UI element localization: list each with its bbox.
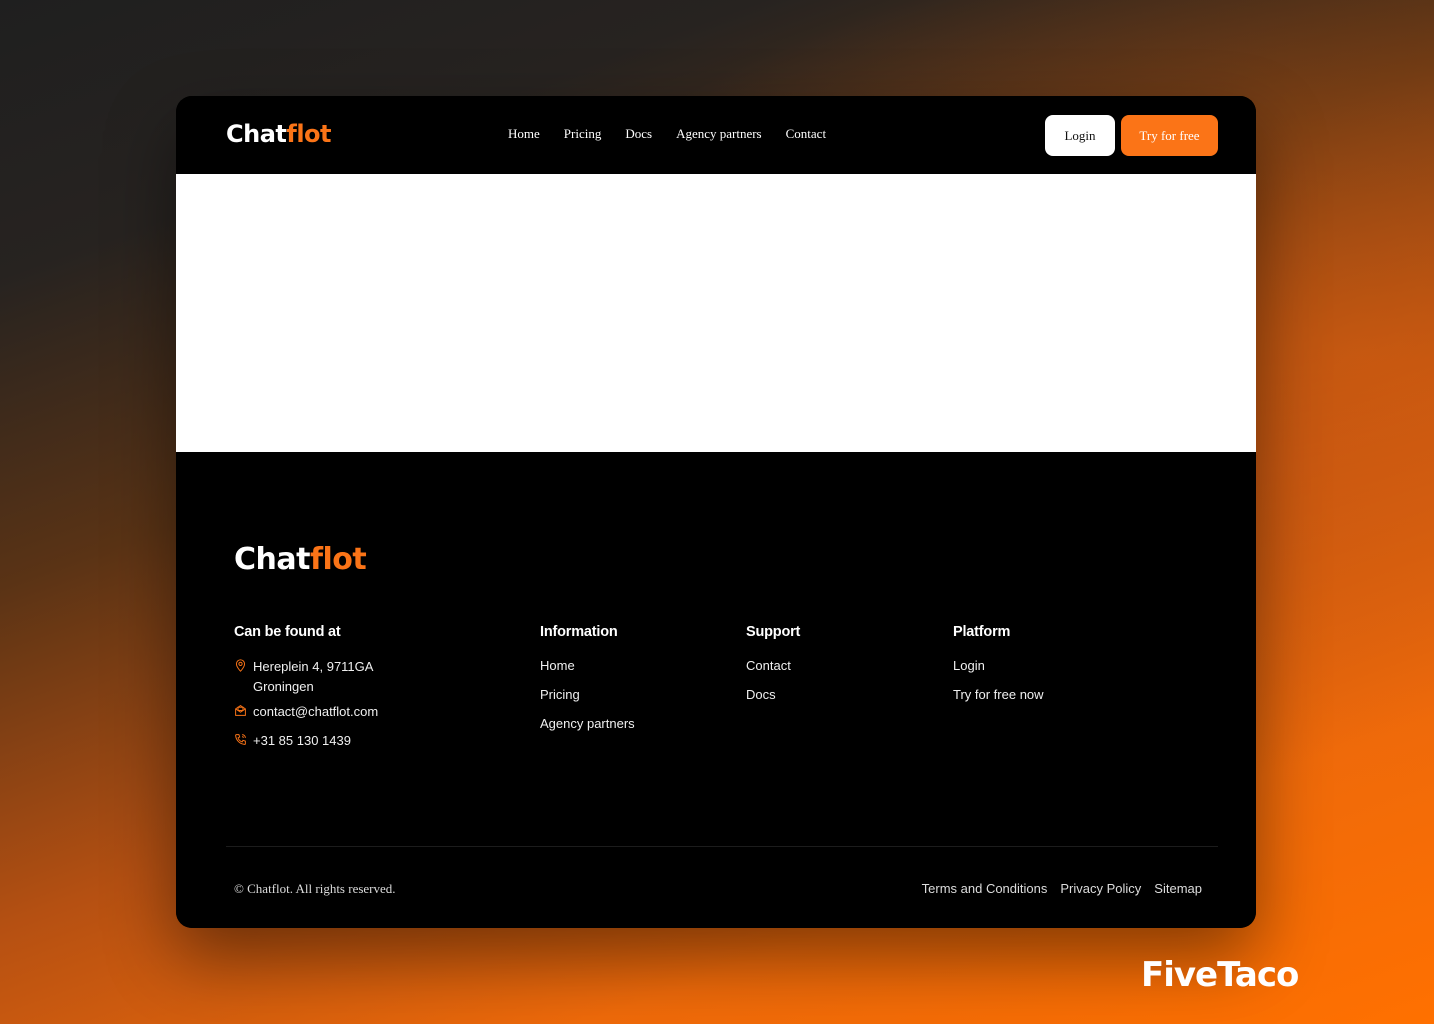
footer-link-home[interactable]: Home [540, 657, 635, 674]
navbar: Chat flot Home Pricing Docs Agency partne… [176, 96, 1256, 174]
footer-link-try-free-now[interactable]: Try for free now [953, 686, 1044, 703]
footer-link-login[interactable]: Login [953, 657, 1044, 674]
copyright-text: © Chatflot. All rights reserved. [234, 881, 396, 896]
logo-text-flot: flot [286, 120, 332, 148]
platform-heading: Platform [953, 624, 1011, 640]
map-pin-icon [235, 659, 246, 672]
header-logo[interactable]: Chat flot [226, 120, 332, 148]
address-line-2: Groningen [253, 679, 314, 694]
footer-information-column: Information Home Pricing Agency partners [540, 624, 635, 744]
footer-support-column: Support Contact Docs [746, 624, 800, 715]
fivetaco-watermark: FiveTaco [1141, 955, 1299, 995]
footer-platform-column: Platform Login Try for free now [953, 624, 1044, 715]
footer: Chat flot Can be found at Hereplein 4, 97… [176, 452, 1256, 928]
nav-agency-partners[interactable]: Agency partners [676, 126, 762, 142]
contact-heading: Can be found at [234, 624, 341, 640]
privacy-policy-link[interactable]: Privacy Policy [1060, 881, 1141, 896]
hero-content-area [176, 174, 1256, 452]
email-row: contact@chatflot.com [234, 702, 378, 722]
sitemap-link[interactable]: Sitemap [1154, 881, 1202, 896]
nav-contact[interactable]: Contact [786, 126, 826, 142]
phone-link[interactable]: +31 85 130 1439 [253, 731, 351, 751]
logo-text-flot: flot [309, 542, 367, 577]
footer-link-pricing[interactable]: Pricing [540, 686, 635, 703]
try-for-free-button[interactable]: Try for free [1121, 115, 1218, 156]
logo-text-chat: Chat [234, 542, 310, 577]
phone-icon [235, 734, 246, 745]
main-nav: Home Pricing Docs Agency partners Contac… [508, 126, 826, 142]
legal-links: Terms and Conditions Privacy Policy Site… [922, 881, 1202, 896]
phone-row: +31 85 130 1439 [234, 731, 378, 751]
footer-link-agency-partners[interactable]: Agency partners [540, 715, 635, 732]
logo-text-chat: Chat [226, 120, 287, 148]
footer-logo[interactable]: Chat flot [234, 542, 367, 577]
footer-contact-column: Can be found at Hereplein 4, 9711GA Gron… [234, 624, 378, 760]
information-heading: Information [540, 624, 618, 640]
email-link[interactable]: contact@chatflot.com [253, 702, 378, 722]
footer-link-docs[interactable]: Docs [746, 686, 800, 703]
footer-link-contact[interactable]: Contact [746, 657, 800, 674]
nav-docs[interactable]: Docs [625, 126, 652, 142]
address-line-1: Hereplein 4, 9711GA [253, 659, 374, 674]
terms-link[interactable]: Terms and Conditions [922, 881, 1048, 896]
footer-divider [226, 846, 1218, 847]
browser-window: Chat flot Home Pricing Docs Agency partne… [176, 96, 1256, 928]
mail-icon [235, 705, 246, 716]
nav-pricing[interactable]: Pricing [564, 126, 602, 142]
login-button[interactable]: Login [1045, 115, 1115, 156]
nav-home[interactable]: Home [508, 126, 540, 142]
address-row: Hereplein 4, 9711GA Groningen [234, 657, 378, 697]
support-heading: Support [746, 624, 801, 640]
